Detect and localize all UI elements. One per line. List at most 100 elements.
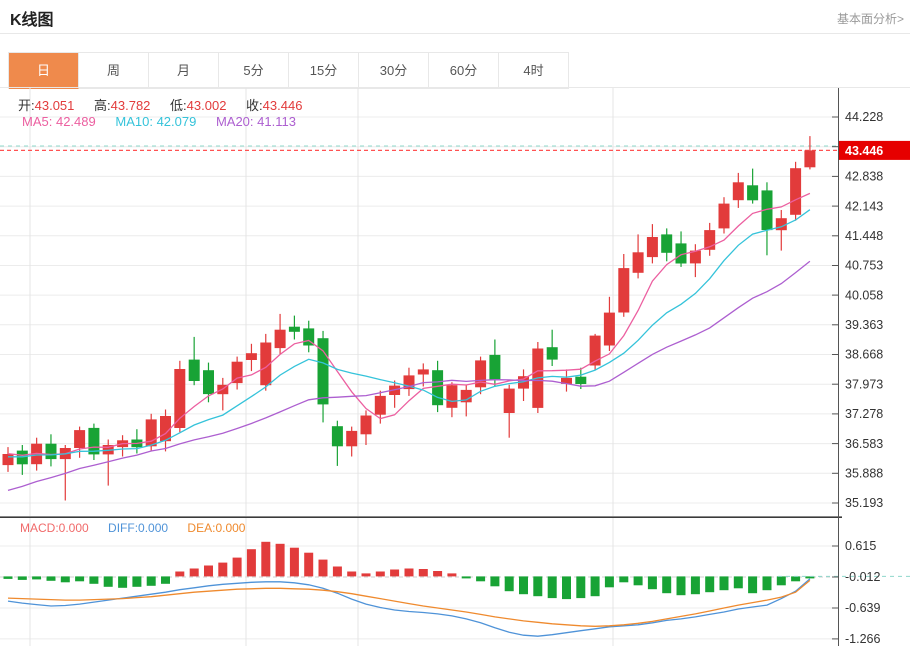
candle-body [46,444,57,459]
macd-chart[interactable]: 0.615-0.012-0.639-1.266 [0,518,910,646]
high-value: 43.782 [111,98,151,113]
macd-readout: MACD:0.000 DIFF:0.000 DEA:0.000 [20,521,245,535]
candle-body [275,330,286,348]
ma20-value: 41.113 [257,114,296,129]
macd-bar [705,576,714,592]
candle-body [733,182,744,200]
y-axis-label: 37.278 [845,407,883,421]
candle-body [346,431,357,446]
y-axis-label: -0.012 [845,570,880,584]
high-label: 高: [94,98,111,113]
macd-bar [562,576,571,599]
candlestick-chart[interactable]: 44.22842.83842.14341.44840.75340.05839.3… [0,88,910,518]
macd-bar [104,576,113,586]
ma10-label: MA10: [115,114,153,129]
candle-body [74,430,85,448]
macd-axis-labels: 0.615-0.012-0.639-1.266 [832,539,880,646]
macd-bar [18,576,27,580]
tab-日[interactable]: 日 [9,53,79,89]
macd-bar [447,573,456,576]
macd-bar [691,576,700,594]
macd-bar [720,576,729,590]
macd-bar [362,573,371,576]
candle-body [232,362,243,383]
candle-body [647,237,658,257]
candle-body [189,360,200,381]
candle-body [361,416,372,435]
macd-bar [476,576,485,581]
candle-body [17,451,28,465]
macd-bar [662,576,671,593]
tab-15分[interactable]: 15分 [289,53,359,89]
macd-bar [576,576,585,598]
candle-body [246,353,257,360]
dea-value: 0.000 [215,521,245,535]
fundamental-analysis-link[interactable]: 基本面分析> [837,10,904,27]
tab-4时[interactable]: 4时 [499,53,569,89]
tab-30分[interactable]: 30分 [359,53,429,89]
macd-bar [75,576,84,581]
macd-bar [390,570,399,577]
macd-bar [347,572,356,577]
diff-label: DIFF: [108,521,138,535]
macd-histogram [4,542,815,599]
close-value: 43.446 [263,98,303,113]
y-axis-label: 36.583 [845,437,883,451]
macd-bar [605,576,614,587]
y-axis-label: 37.973 [845,377,883,391]
diff-value: 0.000 [138,521,168,535]
y-axis-label: -1.266 [845,632,880,646]
macd-bar [218,563,227,577]
macd-bar [791,576,800,581]
macd-bar [276,544,285,577]
candle-body [418,369,429,374]
macd-bar [634,576,643,585]
y-axis-label: 42.838 [845,170,883,184]
open-value: 43.051 [35,98,75,113]
candle-body [618,268,629,312]
macd-label: MACD: [20,521,59,535]
macd-bar [175,572,184,577]
tab-5分[interactable]: 5分 [219,53,289,89]
low-label: 低: [170,98,187,113]
macd-bar [47,576,56,580]
price-badge-value: 43.446 [845,144,883,158]
y-axis-label: 41.448 [845,229,883,243]
macd-bar [419,569,428,576]
macd-bar [648,576,657,589]
candle-body [446,385,457,408]
macd-bar [261,542,270,577]
macd-bar [777,576,786,585]
macd-value: 0.000 [59,521,89,535]
candle-body [432,370,443,405]
tab-月[interactable]: 月 [149,53,219,89]
candle-body [547,347,558,359]
ma-readout: MA5: 42.489 MA10: 42.079 MA20: 41.113 [22,114,296,129]
macd-bar [619,576,628,582]
macd-bar [147,576,156,585]
main-axis-labels: 44.22842.83842.14341.44840.75340.05839.3… [832,110,883,510]
dea-label: DEA: [187,521,215,535]
candle-body [203,370,214,394]
y-axis-label: 0.615 [845,539,876,553]
candle-body [719,204,730,229]
candle-body [790,168,801,215]
candle-body [332,426,343,446]
macd-bar [748,576,757,593]
macd-bar [4,576,13,579]
tab-60分[interactable]: 60分 [429,53,499,89]
close-label: 收: [246,98,263,113]
y-axis-label: 35.193 [845,496,883,510]
macd-bar [204,566,213,577]
macd-bar [319,560,328,577]
tab-周[interactable]: 周 [79,53,149,89]
macd-bar [376,572,385,577]
macd-bar [591,576,600,596]
macd-bar [89,576,98,583]
timeframe-tabbar: 日周月5分15分30分60分4时 [8,52,569,89]
macd-bar [405,569,414,577]
macd-bar [161,576,170,583]
y-axis-label: 38.668 [845,348,883,362]
candle-body [489,355,500,381]
macd-bar [132,576,141,586]
